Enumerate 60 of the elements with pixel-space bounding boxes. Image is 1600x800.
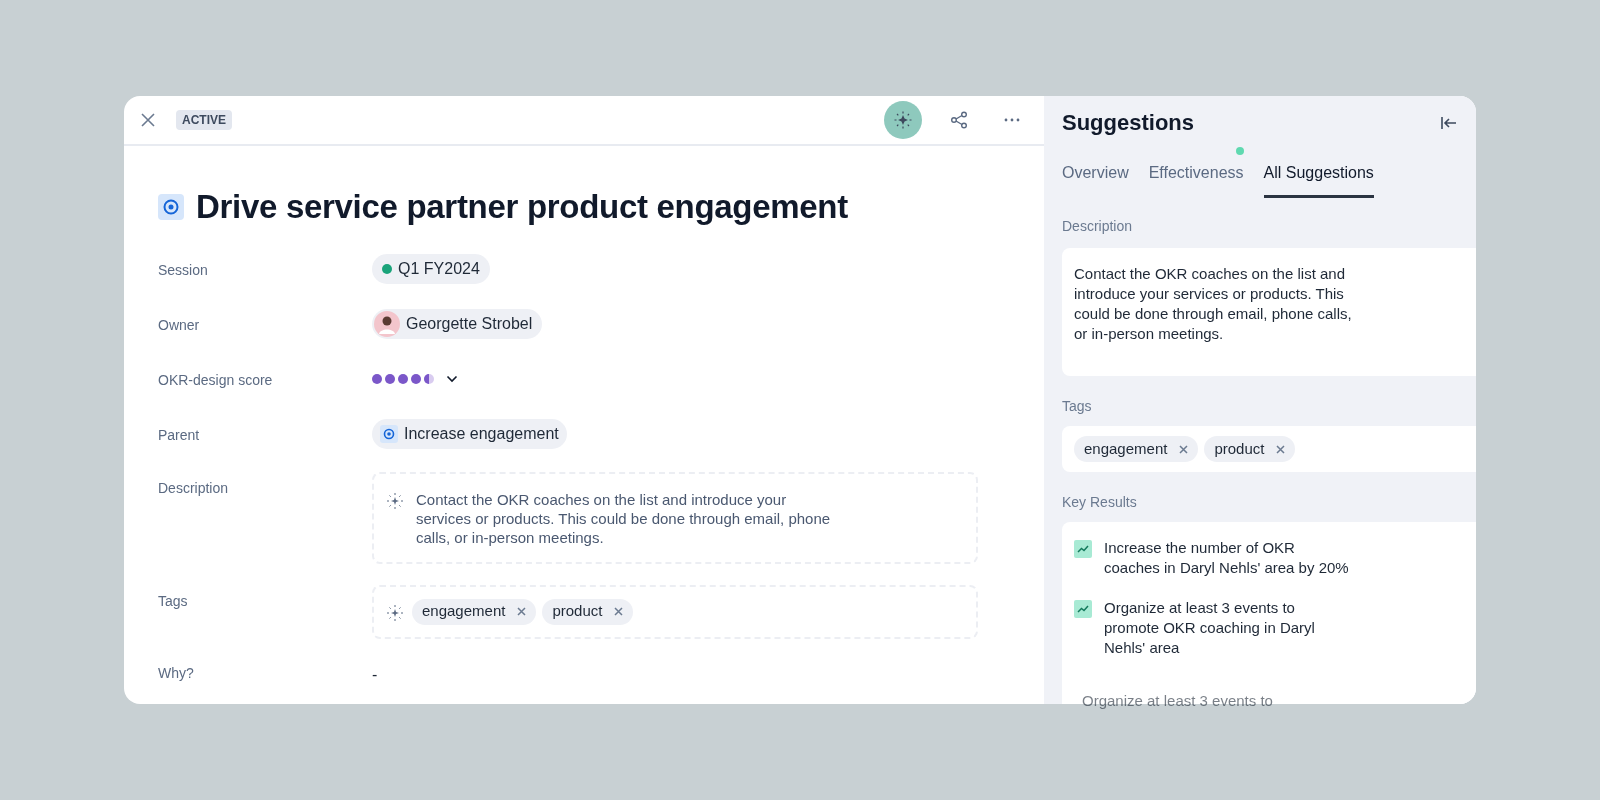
chip-label: Q1 FY2024 xyxy=(398,258,480,279)
remove-icon[interactable] xyxy=(1179,444,1189,454)
ai-assist-button[interactable] xyxy=(884,101,922,139)
tag-chip[interactable]: product xyxy=(1204,436,1296,462)
objective-title: Drive service partner product engagement xyxy=(196,187,848,227)
score-dot xyxy=(411,373,421,384)
section-label: Key Results xyxy=(1062,493,1138,512)
score-dot xyxy=(372,373,382,384)
close-icon[interactable] xyxy=(140,112,156,128)
sparkle-icon xyxy=(386,603,404,622)
field-label: Session xyxy=(158,260,209,280)
more-icon[interactable] xyxy=(1004,118,1020,122)
field-label: Owner xyxy=(158,315,201,335)
avatar-icon xyxy=(374,310,400,337)
target-icon xyxy=(380,424,398,443)
field-label: Tags xyxy=(158,591,189,611)
field-label: Parent xyxy=(158,425,201,445)
dropdown-caret-icon[interactable] xyxy=(446,374,458,383)
chip-label: Increase engagement xyxy=(404,423,559,444)
remove-icon[interactable] xyxy=(614,607,624,616)
key-result-text: Organize at least 3 events to promote OKR coaching in Daryl Nehls' area xyxy=(1104,598,1316,658)
tag-label: product xyxy=(1214,438,1265,459)
field-label: OKR-design score xyxy=(158,370,274,390)
remove-icon[interactable] xyxy=(517,607,527,616)
sparkle-icon xyxy=(894,111,912,129)
sparkle-icon xyxy=(386,491,404,510)
description-field[interactable]: Contact the OKR coaches on the list and introduce your services or products. This could be done through email, phone calls, or in-person meetings. xyxy=(372,471,978,564)
session-chip[interactable]: Q1 FY2024 xyxy=(372,253,490,284)
tag-label: engagement xyxy=(1084,438,1168,459)
section-label: Tags xyxy=(1062,397,1093,416)
status-badge: ACTIVE xyxy=(176,110,232,130)
field-label: Why? xyxy=(158,663,195,683)
trend-icon xyxy=(1074,540,1092,558)
tag-label: engagement xyxy=(422,601,506,622)
chip-label: Georgette Strobel xyxy=(406,313,533,334)
field-value: - xyxy=(372,664,378,685)
tags-field[interactable]: engagement product xyxy=(372,584,978,639)
score-dot xyxy=(385,373,395,384)
panel-title: Suggestions xyxy=(1062,109,1194,137)
section-label: Description xyxy=(1062,217,1134,236)
panel-tab[interactable]: All Suggestions xyxy=(1263,161,1374,198)
tag-chip[interactable]: engagement xyxy=(412,598,537,625)
owner-chip[interactable]: Georgette Strobel xyxy=(372,308,543,339)
tag-label: product xyxy=(552,601,603,622)
key-result-text: Increase the number of OKR coaches in Daryl Nehls' area by 20% xyxy=(1104,538,1349,578)
collapse-panel-icon[interactable] xyxy=(1440,115,1458,130)
trend-icon xyxy=(1074,600,1092,618)
tag-chip[interactable]: engagement xyxy=(1074,436,1199,462)
parent-chip[interactable]: Increase engagement xyxy=(372,418,567,449)
score-dot xyxy=(398,373,408,384)
share-icon[interactable] xyxy=(950,111,968,129)
description-text: Contact the OKR coaches on the list and introduce your services or products. This could be done through email, phone calls, or in-person meetings. xyxy=(416,489,832,548)
suggested-description: Contact the OKR coaches on the list and introduce your services or products. This could be done through email, phone calls, or in-person meetings. xyxy=(1074,264,1353,344)
remove-icon[interactable] xyxy=(1276,444,1286,454)
tag-chip[interactable]: product xyxy=(542,598,634,625)
target-icon xyxy=(158,193,184,220)
panel-tab[interactable]: Overview xyxy=(1062,161,1129,198)
panel-tab[interactable]: Effectiveness xyxy=(1148,161,1244,198)
faded-key-result: Organize at least 3 events to xyxy=(1082,691,1273,711)
field-label: Description xyxy=(158,478,230,498)
